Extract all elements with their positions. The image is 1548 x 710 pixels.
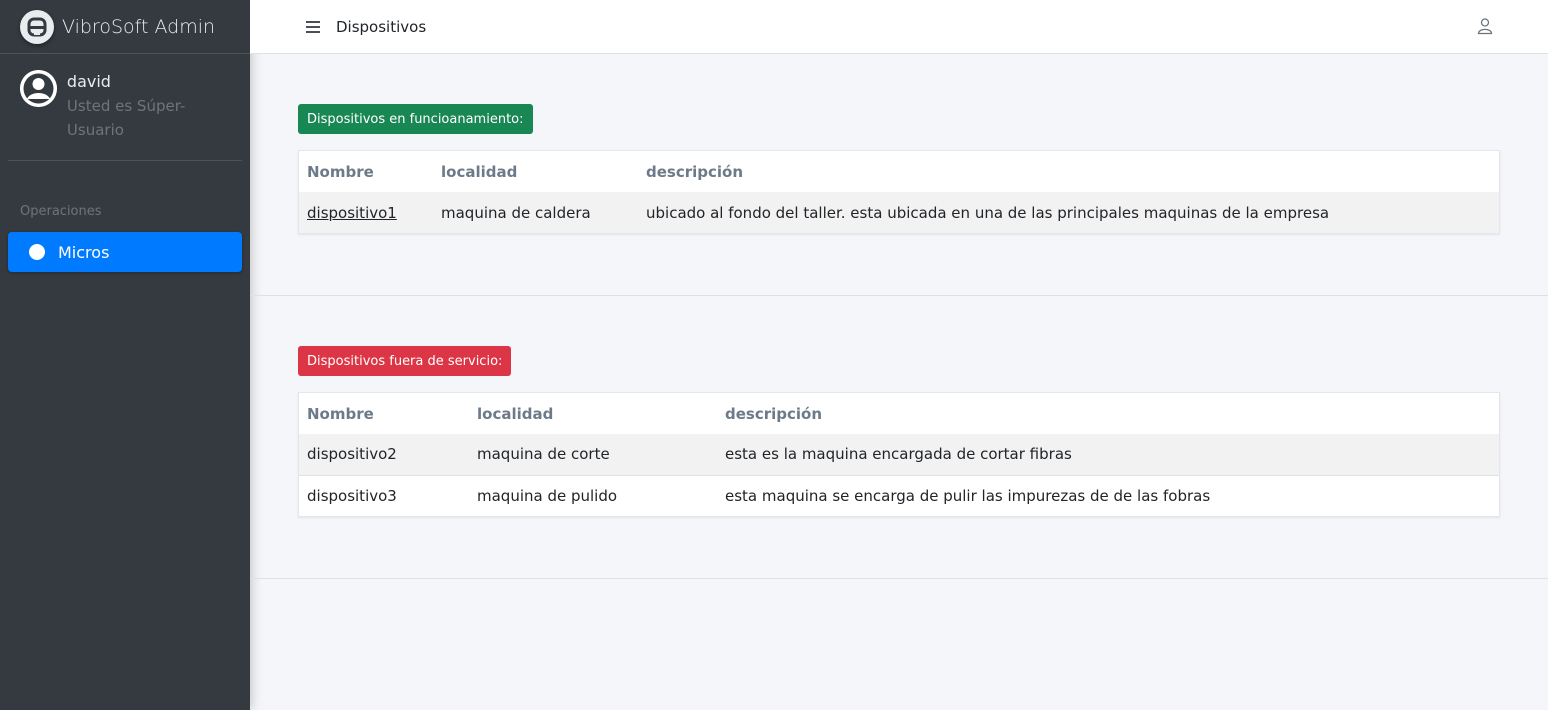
brand[interactable]: VibroSoft Admin [0, 0, 250, 54]
device-description-cell: ubicado al fondo del taller. esta ubicad… [638, 192, 1499, 233]
active-devices-table: Nombre localidad descripción dispositivo… [298, 150, 1500, 234]
user-name[interactable]: david [67, 70, 242, 94]
main-content: Dispositivos en funcioanamiento: Nombre … [250, 54, 1548, 579]
column-header-descripcion: descripción [725, 404, 823, 423]
table-row: dispositivo2 maquina de corte esta es la… [299, 434, 1499, 475]
column-header-localidad: localidad [441, 162, 518, 181]
page-title[interactable]: Dispositivos [336, 18, 426, 36]
inactive-devices-badge: Dispositivos fuera de servicio: [298, 346, 512, 376]
device-name-cell: dispositivo3 [299, 474, 469, 516]
sidebar-item-micros[interactable]: Micros [8, 232, 242, 272]
user-panel: david Usted es Súper-Usuario [8, 54, 242, 161]
sidebar: VibroSoft Admin david Usted es Súper-Usu… [0, 0, 250, 710]
user-role: Usted es Súper-Usuario [66, 97, 186, 139]
active-devices-badge: Dispositivos en funcioanamiento: [298, 104, 533, 134]
device-name-cell: dispositivo2 [299, 434, 469, 475]
column-header-localidad: localidad [477, 404, 554, 423]
device-link[interactable]: dispositivo1 [307, 204, 397, 222]
circle-icon [29, 244, 45, 260]
brand-logo-icon [20, 9, 54, 44]
avatar[interactable] [20, 70, 57, 107]
sidebar-item-label: Micros [58, 242, 110, 262]
user-icon[interactable] [1476, 17, 1494, 35]
table-row: dispositivo3 maquina de pulido esta maqu… [299, 474, 1499, 516]
hamburger-icon[interactable] [306, 20, 320, 33]
device-description-cell: esta es la maquina encargada de cortar f… [717, 434, 1499, 475]
device-location-cell: maquina de corte [469, 434, 717, 475]
user-info: david Usted es Súper-Usuario [67, 70, 242, 142]
device-description-cell: esta maquina se encarga de pulir las imp… [717, 474, 1499, 516]
device-location-cell: maquina de caldera [433, 192, 638, 233]
column-header-nombre: Nombre [307, 404, 374, 423]
topbar: Dispositivos [250, 0, 1548, 54]
device-name-cell[interactable]: dispositivo1 [299, 192, 433, 233]
inactive-devices-section: Dispositivos fuera de servicio: Nombre l… [250, 296, 1548, 579]
active-devices-section: Dispositivos en funcioanamiento: Nombre … [250, 54, 1548, 296]
column-header-nombre: Nombre [307, 162, 374, 181]
inactive-devices-table: Nombre localidad descripción dispositivo… [298, 392, 1500, 517]
column-header-descripcion: descripción [646, 162, 744, 181]
nav-header: Operaciones [20, 204, 102, 219]
device-location-cell: maquina de pulido [469, 474, 717, 516]
brand-name: VibroSoft Admin [62, 15, 216, 38]
table-row: dispositivo1 maquina de caldera ubicado … [299, 192, 1499, 233]
